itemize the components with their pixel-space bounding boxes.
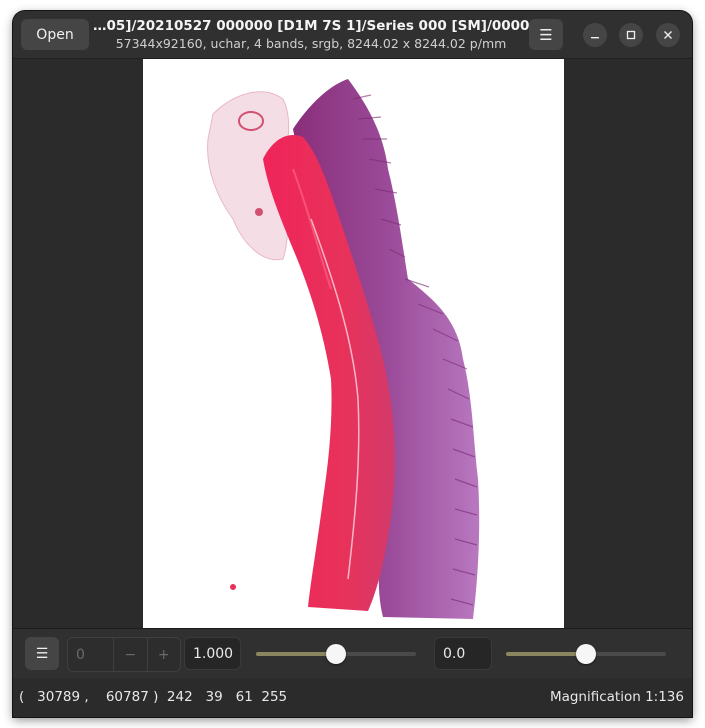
scale-slider-fill: [256, 652, 336, 656]
minimize-button[interactable]: [583, 23, 607, 47]
maximize-icon: [626, 30, 636, 40]
app-window: Open …05]/20210527 000000 [D1M 7S 1]/Ser…: [13, 11, 692, 717]
page-decrement-button[interactable]: −: [113, 638, 146, 671]
close-button[interactable]: [656, 23, 680, 47]
status-bar: ( 30789 , 60787 ) 242 39 61 255 Magnific…: [13, 678, 692, 717]
view-menu-button[interactable]: ☰: [25, 637, 59, 670]
hamburger-menu-icon: ☰: [539, 25, 553, 44]
bottom-toolbar: ☰ 0 − + 1.000 0.0: [13, 628, 692, 678]
scale-slider[interactable]: [256, 644, 416, 664]
window-subtitle: 57344x92160, uchar, 4 bands, srgb, 8244.…: [115, 36, 507, 51]
window-title: …05]/20210527 000000 [D1M 7S 1]/Series 0…: [93, 18, 529, 34]
minimize-icon: [591, 37, 599, 39]
page-increment-button[interactable]: +: [146, 638, 180, 671]
page-value[interactable]: 0: [68, 638, 113, 671]
page-spinbutton[interactable]: 0 − +: [67, 637, 181, 672]
close-icon: [664, 31, 672, 39]
image-viewport[interactable]: [13, 59, 692, 628]
maximize-button[interactable]: [619, 23, 643, 47]
tissue-image: [207, 79, 480, 619]
magnification-label: Magnification 1:136: [549, 689, 684, 705]
scale-entry[interactable]: 1.000: [184, 637, 241, 670]
slide-image[interactable]: [143, 59, 564, 628]
offset-slider-fill: [506, 652, 586, 656]
offset-slider[interactable]: [506, 644, 666, 664]
offset-entry[interactable]: 0.0: [434, 637, 492, 670]
offset-slider-knob[interactable]: [576, 644, 596, 664]
scale-slider-knob[interactable]: [326, 644, 346, 664]
main-menu-button[interactable]: ☰: [529, 19, 563, 50]
title-block: …05]/20210527 000000 [D1M 7S 1]/Series 0…: [93, 17, 529, 53]
hamburger-menu-icon: ☰: [35, 645, 49, 662]
pixel-coordinates: ( 30789 , 60787 ) 242 39 61 255: [19, 689, 288, 705]
open-button[interactable]: Open: [21, 19, 89, 50]
header-bar: Open …05]/20210527 000000 [D1M 7S 1]/Ser…: [13, 11, 692, 59]
